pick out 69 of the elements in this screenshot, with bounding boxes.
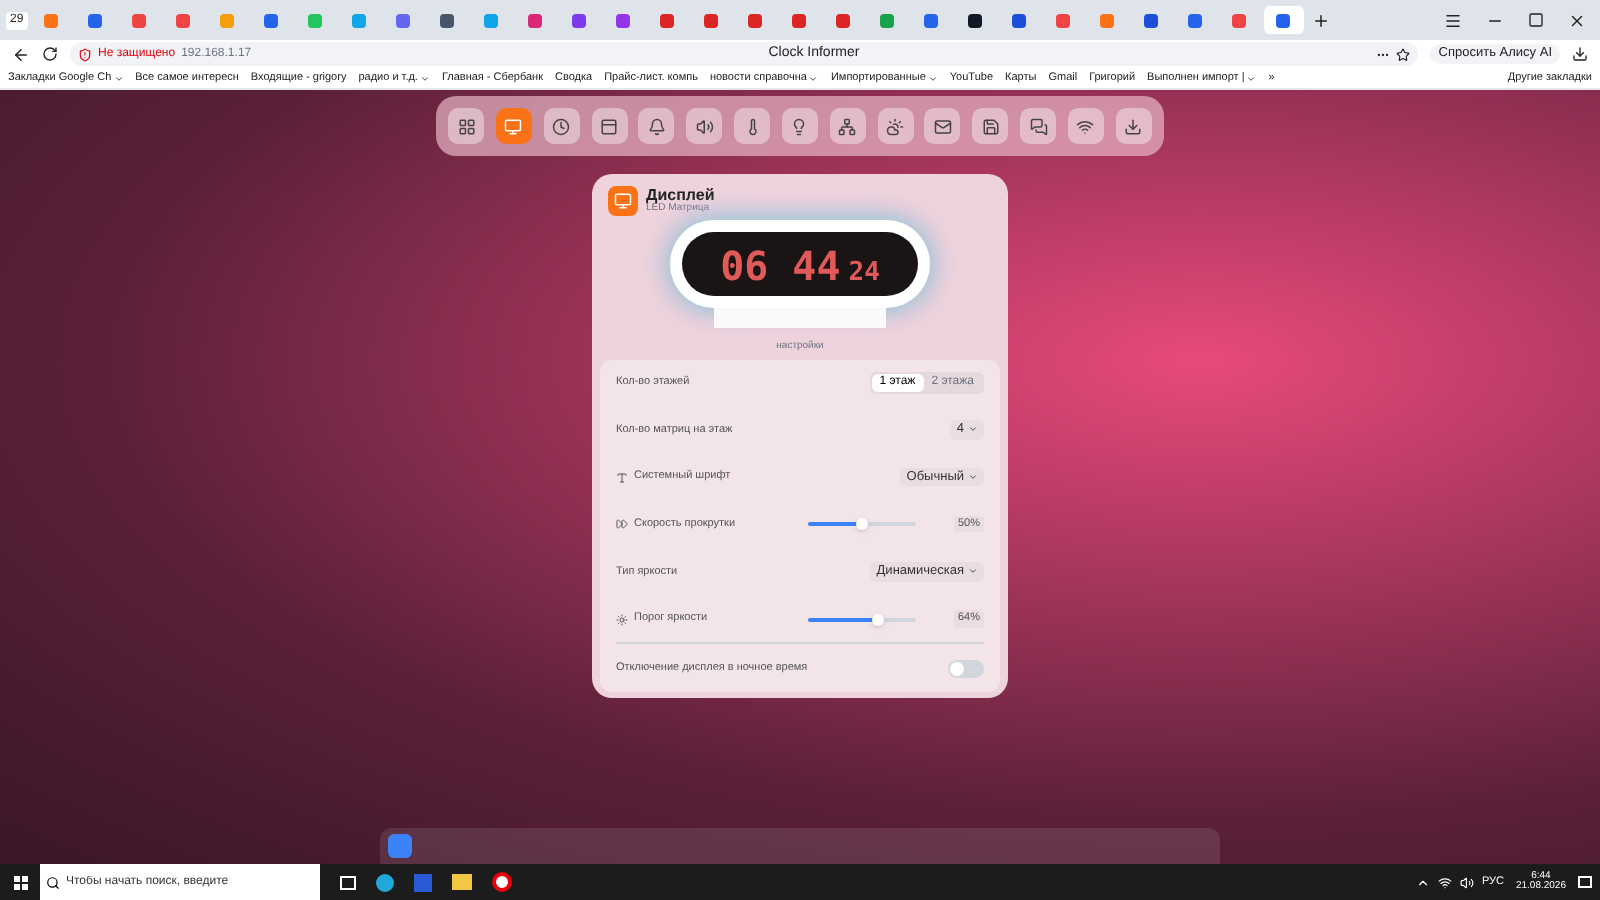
thermometer-icon <box>743 117 762 135</box>
toolbar-button[interactable] <box>686 108 723 144</box>
download-icon <box>1124 117 1143 135</box>
bookmark-icon[interactable] <box>1396 47 1411 61</box>
toolbar-button[interactable] <box>829 108 866 144</box>
reload-icon[interactable] <box>42 46 58 62</box>
caret-icon <box>419 73 430 83</box>
toolbar-button[interactable] <box>638 108 675 144</box>
caret-icon <box>808 73 819 83</box>
fast-forward-icon <box>616 518 628 531</box>
clock-icon <box>552 117 571 135</box>
weather-icon <box>886 117 905 135</box>
toolbar-button[interactable] <box>1115 108 1152 144</box>
save-app-icon[interactable] <box>414 873 432 891</box>
slider-thumb[interactable] <box>871 613 884 626</box>
slider-thumb[interactable] <box>855 518 868 531</box>
close-icon[interactable] <box>1568 11 1586 29</box>
toolbar-button[interactable] <box>1020 108 1057 144</box>
monitor-icon <box>608 186 638 216</box>
toolbar-button[interactable] <box>781 108 818 144</box>
task-view-icon[interactable] <box>340 875 356 889</box>
back-icon[interactable] <box>12 45 30 63</box>
bell-icon <box>647 117 666 135</box>
chat-icon <box>1029 117 1048 135</box>
mail-icon <box>933 117 952 135</box>
edge-icon[interactable] <box>376 873 394 891</box>
toolbar-button[interactable] <box>734 108 771 144</box>
tray-caret-icon[interactable] <box>1415 875 1430 889</box>
caret-icon <box>968 424 978 435</box>
save-icon <box>981 117 1000 135</box>
wifi-icon <box>1076 117 1095 135</box>
toggle-switch[interactable] <box>948 659 984 678</box>
sun-icon <box>616 613 628 626</box>
download-icon[interactable] <box>1572 46 1588 62</box>
monitor-icon <box>504 117 523 135</box>
volume-icon[interactable] <box>1459 875 1474 889</box>
slider-track[interactable] <box>807 617 916 622</box>
slider-track[interactable] <box>807 522 916 527</box>
notification-icon[interactable] <box>1578 876 1592 888</box>
maximize-icon[interactable] <box>1528 12 1544 28</box>
bulb-icon <box>790 117 809 135</box>
toolbar-button[interactable] <box>877 108 914 144</box>
card-title: Дисплей <box>646 188 715 204</box>
toolbar-button[interactable] <box>543 108 580 144</box>
caret-icon <box>113 73 124 83</box>
caret-icon <box>927 73 938 83</box>
menu-icon[interactable] <box>1444 11 1462 29</box>
panel-icon <box>600 117 619 135</box>
grid-icon <box>457 117 475 135</box>
search-icon <box>46 875 60 889</box>
caret-icon <box>968 566 978 577</box>
warning-icon <box>78 47 92 61</box>
new-tab-icon[interactable] <box>1311 11 1330 29</box>
speaker-icon <box>695 117 714 135</box>
toolbar-button[interactable] <box>448 108 484 144</box>
network-icon[interactable] <box>1437 875 1452 889</box>
toolbar-button[interactable] <box>495 108 532 144</box>
clock-time: 06 44 <box>720 246 841 286</box>
app-icon[interactable] <box>388 834 412 858</box>
font-icon <box>616 471 628 484</box>
caret-icon <box>1246 73 1257 83</box>
toolbar-button[interactable] <box>924 108 961 144</box>
caret-icon <box>968 472 978 483</box>
browser-app-icon[interactable] <box>492 872 512 892</box>
toolbar-button[interactable] <box>972 108 1009 144</box>
toolbar-button[interactable] <box>1067 108 1104 144</box>
network-icon <box>838 117 857 135</box>
clock-seconds: 24 <box>848 260 880 286</box>
toolbar-button[interactable] <box>591 108 628 144</box>
